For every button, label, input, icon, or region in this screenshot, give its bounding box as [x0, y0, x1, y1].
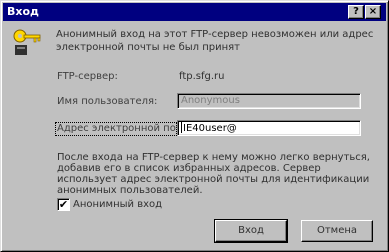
username-field[interactable]: Anonymous	[177, 93, 361, 109]
ftp-server-label: FTP-сервер:	[57, 71, 118, 82]
username-label: Имя пользователя:	[57, 96, 158, 107]
text-caret	[181, 122, 182, 133]
help-button[interactable]: ?	[348, 5, 364, 19]
email-field[interactable]: IE40user@	[177, 120, 361, 136]
login-dialog: Вход ? × Анонимный вход на этот FTP-серв…	[0, 0, 389, 252]
check-mark-icon: ✔	[58, 198, 69, 211]
username-value: Anonymous	[181, 95, 240, 106]
dialog-title: Вход	[7, 5, 39, 18]
info-text: После входа на FTP-сервер к нему можно л…	[57, 152, 370, 196]
cancel-button[interactable]: Отмена	[301, 220, 373, 242]
anonymous-login-checkbox[interactable]: ✔	[57, 198, 70, 211]
key-icon	[13, 29, 41, 55]
anonymous-login-label[interactable]: Анонимный вход	[73, 199, 162, 210]
error-message: Анонимный вход на этот FTP-сервер невозм…	[56, 29, 374, 53]
close-button[interactable]: ×	[365, 5, 381, 19]
title-bar[interactable]: Вход ? ×	[3, 3, 386, 21]
ftp-server-value: ftp.sfg.ru	[179, 71, 225, 82]
login-button[interactable]: Вход	[214, 219, 288, 243]
email-value: IE40user@	[183, 123, 237, 134]
